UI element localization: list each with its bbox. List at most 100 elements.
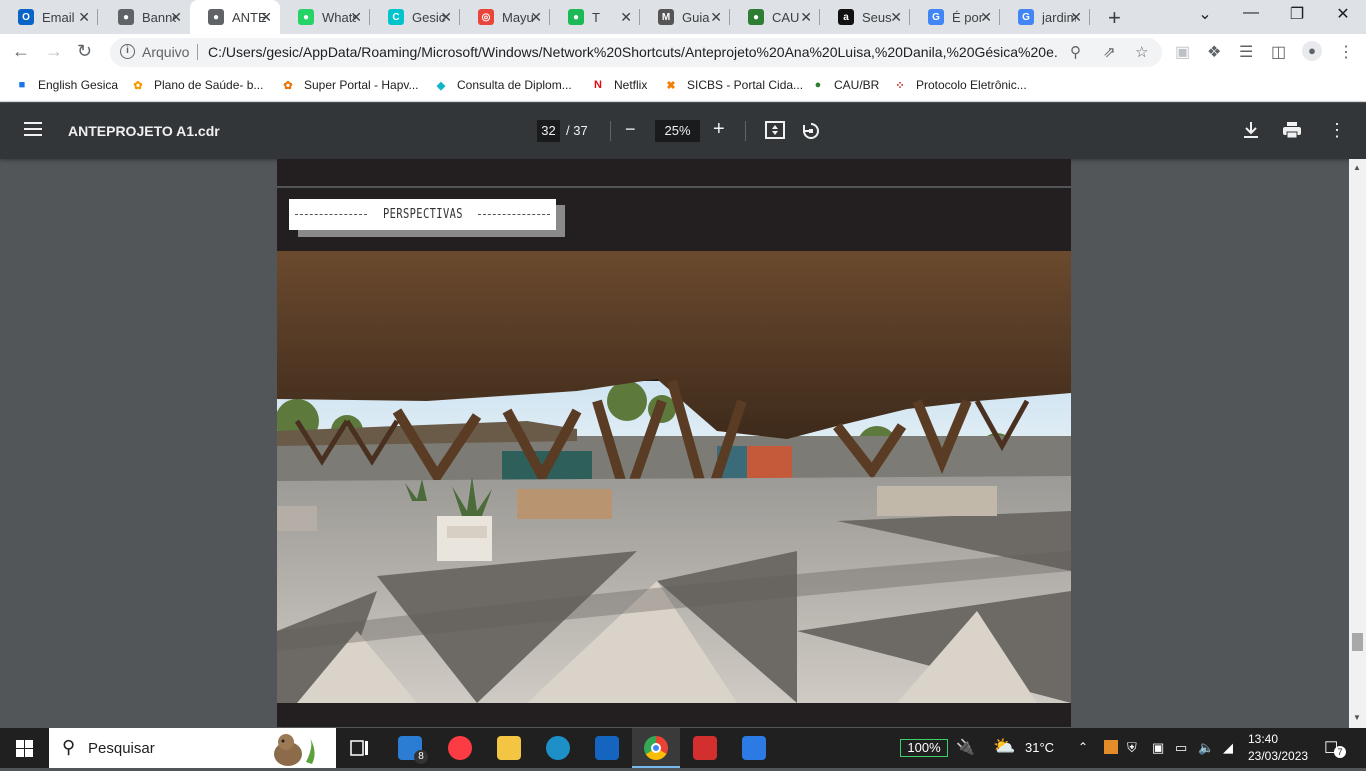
close-window-button[interactable]: ✕ — [1320, 4, 1366, 24]
close-tab-icon[interactable]: ✕ — [78, 9, 90, 26]
taskbar-search[interactable]: ⚲ Pesquisar — [49, 728, 336, 768]
weather-sun-icon[interactable]: ⛅ — [993, 736, 1015, 757]
acrobat-icon[interactable] — [693, 736, 717, 760]
tab-2[interactable]: ●ANTEPROJETO✕ — [190, 0, 280, 34]
task-view-icon[interactable] — [350, 738, 374, 762]
bookmark-item[interactable]: ■ English Gesica — [14, 77, 118, 93]
close-tab-icon[interactable]: ✕ — [1070, 9, 1082, 26]
bookmark-item[interactable]: ✿ Super Portal - Hapv... — [280, 77, 418, 93]
zoom-level-input[interactable]: 25% — [655, 120, 700, 142]
globe-icon: ● — [118, 9, 134, 25]
close-tab-icon[interactable]: ✕ — [440, 9, 452, 26]
clock-date[interactable]: 23/03/2023 — [1248, 749, 1308, 763]
close-tab-icon[interactable]: ✕ — [710, 9, 722, 26]
webcam-icon[interactable]: ▣ — [1152, 740, 1164, 756]
browser-menu-icon[interactable]: ⋮ — [1338, 42, 1354, 62]
bookmark-item[interactable]: N Netflix — [590, 77, 647, 93]
vertical-scrollbar[interactable]: ▲ ▼ — [1349, 159, 1366, 728]
tab-7[interactable]: M Guia ✕ — [640, 0, 730, 34]
close-tab-icon[interactable]: ✕ — [350, 9, 362, 26]
windows-start-icon[interactable] — [16, 740, 33, 762]
close-tab-icon[interactable]: ✕ — [890, 9, 902, 26]
scroll-down-icon[interactable]: ▼ — [1353, 713, 1361, 722]
photos-icon[interactable] — [742, 736, 766, 760]
tab-5[interactable]: ◎ Mayu ✕ — [460, 0, 550, 34]
sketchup-icon[interactable] — [595, 736, 619, 760]
tab-separator — [1089, 9, 1090, 25]
google-icon: G — [928, 9, 944, 25]
windows-taskbar: ⚲ Pesquisar 8 100% 🔌 ⛅ 31°C ⌃ ⛨ ▣ ▭ 🔈 ◢ … — [0, 728, 1366, 768]
close-tab-icon[interactable]: ✕ — [530, 9, 542, 26]
zoom-out-button[interactable]: − — [625, 119, 636, 140]
bookmark-item[interactable]: ✿ Plano de Saúde- b... — [130, 77, 263, 93]
mail-badge: 8 — [414, 750, 428, 764]
mail-app-icon[interactable]: 8 — [398, 736, 428, 764]
tab-8[interactable]: ● CAU ✕ — [730, 0, 820, 34]
weather-temp[interactable]: 31°C — [1025, 740, 1054, 755]
close-tab-icon[interactable]: ✕ — [170, 9, 182, 26]
divider — [610, 121, 611, 141]
scrollbar-thumb[interactable] — [1352, 633, 1363, 651]
media-control-icon[interactable]: ☰ — [1239, 42, 1253, 62]
back-icon[interactable]: ← — [12, 41, 30, 62]
volume-icon[interactable]: 🔈 — [1198, 740, 1214, 756]
target-icon: ◎ — [478, 9, 494, 25]
extension-icon[interactable]: ▣ — [1175, 42, 1190, 62]
download-icon[interactable] — [1243, 121, 1259, 144]
shield-icon[interactable]: ⛨ — [1127, 740, 1137, 756]
fit-page-icon[interactable] — [765, 121, 785, 144]
clock-time[interactable]: 13:40 — [1248, 732, 1278, 746]
more-options-icon[interactable]: ⋮ — [1328, 120, 1346, 141]
file-explorer-icon[interactable] — [497, 736, 521, 760]
tab-0[interactable]: O Email ✕ — [0, 0, 98, 34]
bookmark-item[interactable]: ◆ Consulta de Diplom... — [433, 77, 572, 93]
new-tab-button[interactable]: + — [1108, 5, 1121, 31]
scroll-up-icon[interactable]: ▲ — [1353, 163, 1361, 172]
tab-11[interactable]: Gjardim ✕ — [1000, 0, 1090, 34]
forward-icon[interactable]: → — [45, 41, 63, 62]
close-tab-icon[interactable]: ✕ — [980, 9, 992, 26]
rotate-icon[interactable] — [801, 121, 821, 146]
share-icon[interactable]: ⇗ — [1103, 43, 1116, 61]
page-number-input[interactable]: 32 — [537, 120, 560, 142]
puzzle-icon[interactable]: ❖ — [1207, 42, 1221, 62]
profile-avatar-icon[interactable]: ● — [1302, 41, 1322, 61]
battery-indicator[interactable]: 100% — [900, 739, 948, 757]
bookmark-star-icon[interactable]: ☆ — [1135, 43, 1148, 61]
tab-1[interactable]: ●Banner✕ — [100, 0, 190, 34]
minimize-button[interactable]: — — [1228, 4, 1274, 22]
itunes-icon[interactable] — [448, 736, 472, 760]
close-tab-icon[interactable]: ✕ — [800, 9, 812, 26]
divider — [745, 121, 746, 141]
page-total: / 37 — [566, 123, 588, 138]
url-text[interactable]: C:/Users/gesic/AppData/Roaming/Microsoft… — [208, 44, 1058, 60]
notifications-icon[interactable]: ☐ 7 — [1324, 738, 1346, 758]
bookmarks-bar: ■ English Gesica ✿ Plano de Saúde- b... ✿ Sup… — [0, 70, 1366, 102]
tab-search-icon[interactable]: ⌄ — [1182, 4, 1228, 24]
bookmark-item[interactable]: ✖ SICBS - Portal Cida... — [663, 77, 803, 93]
tab-3[interactable]: ●WhatsApp✕ — [280, 0, 370, 34]
close-tab-icon[interactable]: ✕ — [260, 9, 272, 26]
bookmark-item[interactable]: ⁘ Protocolo Eletrônic... — [892, 77, 1026, 93]
pdf-menu-icon[interactable] — [24, 122, 42, 136]
tab-6[interactable]: ● T ✕ — [550, 0, 640, 34]
tab-4[interactable]: CGesica✕ — [370, 0, 460, 34]
tab-9[interactable]: a Seus ✕ — [820, 0, 910, 34]
zoom-in-button[interactable]: + — [713, 118, 725, 141]
chrome-taskbar-button[interactable] — [632, 728, 680, 768]
site-info-icon[interactable]: i — [120, 44, 135, 59]
zoom-search-icon[interactable]: ⚲ — [1070, 43, 1081, 61]
wifi-icon[interactable]: ◢ — [1223, 740, 1233, 756]
side-panel-icon[interactable]: ◫ — [1271, 42, 1286, 62]
app-tray-icon[interactable] — [1104, 740, 1118, 754]
address-bar[interactable]: i Arquivo C:/Users/gesic/AppData/Roaming… — [110, 38, 1162, 67]
bookmark-item[interactable]: ● CAU/BR — [810, 77, 880, 93]
tab-10[interactable]: GÉ por ✕ — [910, 0, 1000, 34]
close-tab-icon[interactable]: ✕ — [620, 9, 632, 26]
edge-icon[interactable] — [546, 736, 570, 760]
print-icon[interactable] — [1282, 121, 1302, 144]
restore-button[interactable]: ❐ — [1274, 4, 1320, 24]
reload-icon[interactable]: ↻ — [77, 41, 92, 62]
show-hidden-icons-icon[interactable]: ⌃ — [1078, 740, 1088, 754]
battery-icon[interactable]: ▭ — [1175, 740, 1187, 756]
